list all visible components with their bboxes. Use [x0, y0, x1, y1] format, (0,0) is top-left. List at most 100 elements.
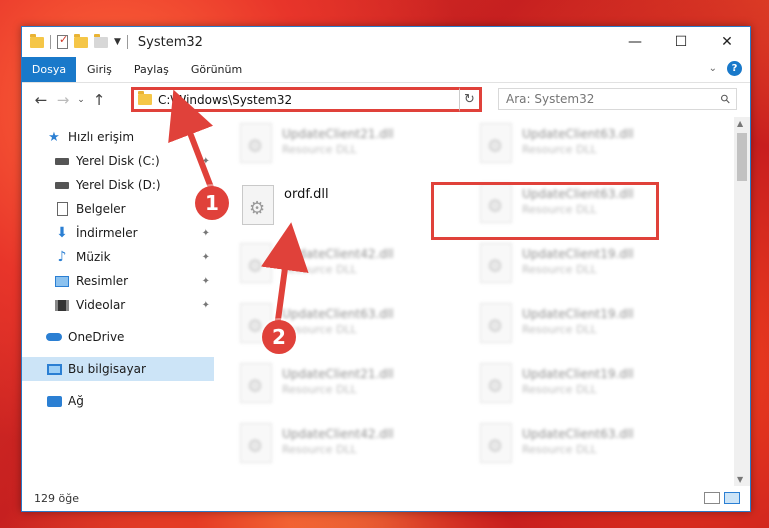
minimize-button[interactable]: — [612, 27, 658, 57]
pin-icon[interactable]: ✦ [202, 276, 210, 287]
document-icon [54, 201, 70, 217]
sidebar-item-label: Videolar [76, 298, 126, 312]
list-item[interactable]: UpdateClient19.dll Resource DLL [480, 243, 685, 291]
sidebar-item-downloads[interactable]: ⬇ İndirmeler ✦ [22, 221, 214, 245]
up-icon[interactable]: ↑ [88, 91, 110, 109]
file-name: UpdateClient21.dll [282, 367, 394, 381]
view-switcher [704, 492, 740, 504]
tab-share[interactable]: Paylaş [123, 63, 180, 76]
refresh-icon: ↻ [464, 92, 475, 107]
separator [50, 35, 51, 49]
file-type: Resource DLL [282, 143, 357, 156]
file-name: UpdateClient21.dll [282, 127, 394, 141]
address-bar[interactable]: C:\Windows\System32 ⌄ [131, 87, 481, 112]
search-box[interactable]: ⚲ [498, 88, 737, 110]
new-folder-icon[interactable] [74, 33, 88, 48]
list-item[interactable]: UpdateClient21.dll Resource DLL [240, 123, 445, 171]
sidebar-item-videos[interactable]: Videolar ✦ [22, 293, 214, 317]
pin-icon[interactable]: ✦ [202, 228, 210, 239]
scroll-thumb[interactable] [737, 133, 747, 181]
file-name: UpdateClient63.dll [522, 427, 634, 441]
sidebar-item-label: Belgeler [76, 202, 126, 216]
vertical-scrollbar[interactable]: ▲ ▼ [734, 117, 750, 486]
sidebar-item-label: Yerel Disk (C:) [76, 154, 160, 168]
properties-icon[interactable] [57, 33, 68, 49]
dll-file-icon [240, 363, 272, 403]
sidebar-item-this-pc[interactable]: Bu bilgisayar [22, 357, 214, 381]
sidebar-item-label: Resimler [76, 274, 129, 288]
expand-ribbon-icon[interactable]: ⌄ [709, 63, 717, 74]
file-name: ordf.dll [284, 187, 329, 202]
sidebar-item-label: Yerel Disk (D:) [76, 178, 161, 192]
help-icon[interactable]: ? [727, 61, 742, 76]
network-icon [46, 393, 62, 409]
sidebar-item-pictures[interactable]: Resimler ✦ [22, 269, 214, 293]
computer-icon [46, 361, 62, 377]
address-path[interactable]: C:\Windows\System32 [158, 93, 464, 107]
file-type: Resource DLL [282, 383, 357, 396]
toolbar-dropdown-icon[interactable]: ▼ [114, 37, 121, 47]
sidebar-item-local-disk-c[interactable]: Yerel Disk (C:) ✦ [22, 149, 214, 173]
scroll-up-icon[interactable]: ▲ [737, 119, 743, 128]
drive-icon [54, 177, 70, 193]
file-type: Resource DLL [522, 443, 597, 456]
list-item-ordf-dll[interactable]: ordf.dll [242, 185, 447, 233]
close-button[interactable]: ✕ [704, 27, 750, 57]
details-view-icon[interactable] [704, 492, 720, 504]
dll-file-icon [480, 123, 512, 163]
step-2-badge: 2 [262, 320, 296, 354]
sidebar-item-network[interactable]: Ağ [22, 389, 214, 413]
file-name: UpdateClient42.dll [282, 247, 394, 261]
pin-icon[interactable]: ✦ [202, 252, 210, 263]
file-type: Resource DLL [522, 383, 597, 396]
file-type: Resource DLL [282, 263, 357, 276]
navigation-bar: ← → ⌄ ↑ C:\Windows\System32 ⌄ ↻ ⚲ [22, 83, 750, 117]
status-bar: 129 öğe [22, 486, 750, 511]
back-icon[interactable]: ← [30, 91, 52, 109]
video-icon [54, 297, 70, 313]
customize-icon[interactable] [94, 33, 108, 48]
sidebar-item-onedrive[interactable]: OneDrive [22, 325, 214, 349]
picture-icon [54, 273, 70, 289]
search-input[interactable] [504, 91, 722, 107]
file-type: Resource DLL [522, 263, 597, 276]
sidebar-item-label: Müzik [76, 250, 111, 264]
list-item[interactable]: UpdateClient19.dll Resource DLL [480, 303, 685, 351]
forward-icon[interactable]: → [52, 91, 74, 109]
tab-file[interactable]: Dosya [22, 57, 76, 82]
list-item[interactable]: UpdateClient21.dll Resource DLL [240, 363, 445, 411]
music-icon: ♪ [57, 249, 67, 265]
list-item[interactable]: UpdateClient42.dll Resource DLL [240, 423, 445, 471]
dll-file-icon [480, 303, 512, 343]
list-item[interactable]: UpdateClient63.dll Resource DLL [480, 423, 685, 471]
sidebar-item-music[interactable]: ♪ Müzik ✦ [22, 245, 214, 269]
list-item[interactable]: UpdateClient42.dll Resource DLL [240, 243, 445, 291]
maximize-button[interactable]: ☐ [658, 27, 704, 57]
tab-view[interactable]: Görünüm [180, 63, 253, 76]
refresh-button[interactable]: ↻ [459, 87, 482, 112]
ribbon: Dosya Giriş Paylaş Görünüm ⌄ ? [22, 57, 750, 83]
tab-home[interactable]: Giriş [76, 63, 123, 76]
folder-icon [138, 91, 152, 105]
sidebar-item-label: Bu bilgisayar [68, 362, 146, 376]
dll-file-icon [240, 123, 272, 163]
sidebar-item-local-disk-d[interactable]: Yerel Disk (D:) [22, 173, 214, 197]
list-item[interactable]: UpdateClient63.dll Resource DLL [480, 123, 685, 171]
large-icons-view-icon[interactable] [724, 492, 740, 504]
list-item[interactable]: UpdateClient19.dll Resource DLL [480, 363, 685, 411]
file-name: UpdateClient63.dll [522, 127, 634, 141]
scroll-down-icon[interactable]: ▼ [737, 475, 743, 484]
pin-icon[interactable]: ✦ [202, 300, 210, 311]
file-name: UpdateClient63.dll [282, 307, 394, 321]
file-type: Resource DLL [282, 323, 357, 336]
recent-dropdown-icon[interactable]: ⌄ [74, 95, 88, 105]
sidebar-item-label: OneDrive [68, 330, 125, 344]
title-bar: ▼ System32 — ☐ ✕ [22, 27, 750, 57]
sidebar-item-quick-access[interactable]: ★ Hızlı erişim [22, 125, 214, 149]
drive-icon [54, 153, 70, 169]
sidebar-item-documents[interactable]: Belgeler ✦ [22, 197, 214, 221]
item-count: 129 öğe [34, 492, 79, 505]
dll-file-icon [240, 243, 272, 283]
pin-icon[interactable]: ✦ [202, 156, 210, 167]
sidebar-item-label: Hızlı erişim [68, 130, 135, 144]
